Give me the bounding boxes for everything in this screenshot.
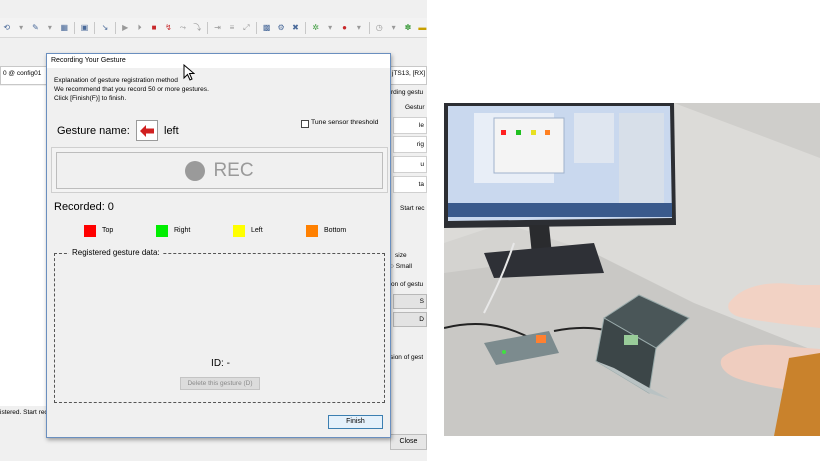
explanation-line: We recommend that you record 50 or more … [54,86,209,93]
dropdown-icon[interactable]: ▾ [325,23,334,33]
counter-icon[interactable]: ◷ [375,23,384,33]
right-panel-button[interactable]: D [393,312,427,327]
right-panel-header[interactable]: jTS13, [RX] [390,66,427,85]
tune-sensor-checkbox[interactable] [301,120,309,128]
legend-label-bottom: Bottom [324,227,347,234]
small-radio-label: Small [395,263,412,270]
explanation-text: Explanation of gesture registration meth… [54,76,374,103]
gesture-list-item[interactable]: le [393,117,427,134]
hardware-photo-illustration [444,103,820,436]
plugin-icon[interactable]: ✽ [403,23,412,33]
recorded-count: Recorded: 0 [54,201,114,213]
recording-dialog: Recording Your Gesture Explanation of ge… [46,53,391,438]
gesture-list-item[interactable]: u [393,156,427,173]
monitor-icon[interactable]: ▣ [80,23,89,33]
dropdown-icon[interactable]: ▾ [45,23,54,33]
explanation-line: Explanation of gesture registration meth… [54,77,178,84]
step-into-icon[interactable]: ⤵ [193,23,202,33]
tune-sensor-label[interactable]: Tune sensor threshold [311,119,378,126]
reset-icon[interactable]: ↯ [164,23,173,33]
dialog-title: Recording Your Gesture [47,54,390,68]
toolbar-separator [114,21,116,34]
right-panel-button[interactable]: S [393,294,427,309]
x-tool-icon[interactable]: ✖ [291,23,300,33]
arrow-left-icon [140,124,154,137]
mouse-cursor-icon [183,64,195,81]
rec-button[interactable]: REC [56,152,383,189]
toolbar-separator [206,21,208,34]
history-icon[interactable]: ⟲ [2,23,11,33]
settings-icon[interactable]: ✲ [311,23,320,33]
legend-swatch-right [156,225,168,237]
rec-area: REC [51,147,388,193]
dropdown-icon[interactable]: ▾ [354,23,363,33]
toolbar-separator [305,21,307,34]
finish-button[interactable]: Finish [328,415,383,429]
toolbar-separator [256,21,257,34]
step-return-icon[interactable]: ⇥ [213,23,222,33]
step-over-icon[interactable]: ⤳ [178,23,187,33]
small-radio[interactable]: ○ Small [390,263,412,270]
legend-swatch-left [233,225,245,237]
right-panel-label: rding gestu [391,89,424,96]
gesture-direction-button[interactable] [136,120,158,141]
left-panel [0,86,50,406]
size-label: size [395,252,407,259]
legend-label-right: Right [174,227,191,234]
chip-icon[interactable]: ⚙ [276,23,285,33]
gesture-list-item[interactable]: rig [393,136,427,153]
dropdown-icon[interactable]: ▾ [16,23,25,33]
debug-icon[interactable]: ● [340,23,349,33]
config-tab[interactable]: 0 @ config01 [0,66,50,85]
resume-icon[interactable]: ⏵ [135,23,144,33]
list-icon[interactable]: ≡ [227,23,236,33]
explanation-line: Click [Finish(F)] to finish. [54,95,127,102]
grid-icon[interactable]: ▦ [60,23,69,33]
status-text: istered. Start reco [0,409,50,416]
gesture-name-label: Gesture name: [57,125,130,137]
close-button[interactable]: Close [390,434,427,450]
legend-swatch-top [84,225,96,237]
dropdown-icon[interactable]: ▾ [389,23,398,33]
gesture-id-label: ID: - [211,358,230,369]
hardware-setup-photo [444,103,820,436]
gesture-column-header: Gestur [405,104,425,111]
link-icon[interactable]: ↘ [100,23,109,33]
layout-icon[interactable]: ▩ [262,23,271,33]
expand-icon[interactable]: ⤢ [242,23,251,33]
run-icon[interactable]: ▶ [121,23,130,33]
legend-label-top: Top [102,227,114,234]
folder-icon[interactable]: ▬ [418,23,427,33]
record-icon [185,160,206,181]
legend-label-left: Left [251,227,263,234]
tools-icon[interactable]: ✎ [31,23,40,33]
stop-icon[interactable]: ■ [149,23,158,33]
gesture-name-value: left [164,125,179,137]
legend-swatch-bottom [306,225,318,237]
right-panel-label: on of gestu [391,281,424,288]
ide-toolbar: ⟲ ▾ ✎ ▾ ▦ ▣ ↘ ▶ ⏵ ■ ↯ ⤳ ⤵ ⇥ ≡ ⤢ ▩ ⚙ ✖ ✲ … [0,18,427,38]
toolbar-separator [73,21,75,34]
registered-gesture-group: Registered gesture data: ID: - Delete th… [54,248,385,403]
delete-gesture-button[interactable]: Delete this gesture (D) [180,377,260,390]
start-recording-label[interactable]: Start rec [400,205,425,212]
toolbar-separator [94,21,96,34]
toolbar-separator [368,21,370,34]
gesture-list-item[interactable]: ta [393,176,427,193]
registered-gesture-title: Registered gesture data: [69,248,163,257]
right-panel-label: sion of gest [390,354,424,361]
rec-label: REC [213,159,254,181]
